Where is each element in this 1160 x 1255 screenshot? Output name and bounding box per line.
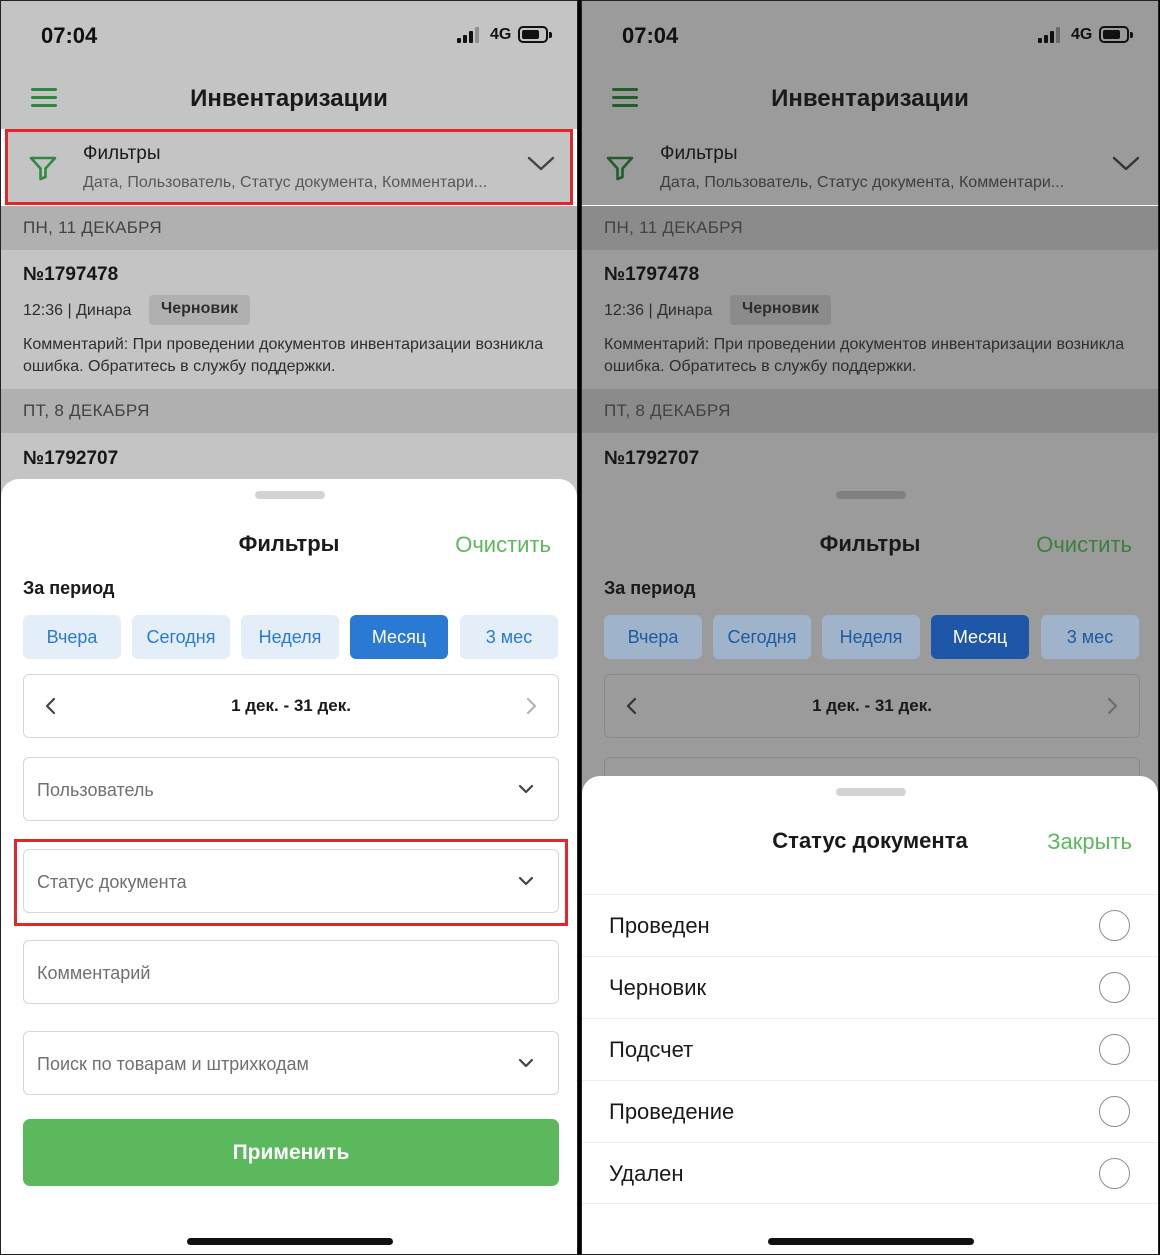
filters-label: Фильтры — [660, 143, 738, 164]
page-title: Инвентаризации — [190, 85, 388, 112]
document-comment: Комментарий: При проведении документов и… — [23, 336, 544, 375]
document-number: №1797478 — [604, 264, 700, 285]
date-range-picker: 1 дек. - 31 дек. — [23, 674, 559, 738]
radio-button[interactable] — [1099, 1034, 1130, 1065]
radio-button[interactable] — [1099, 972, 1130, 1003]
chevron-down-icon — [527, 156, 555, 171]
chevron-right-icon[interactable] — [526, 697, 538, 715]
filters-summary: Дата, Пользователь, Статус документа, Ко… — [83, 174, 488, 191]
status-badge: Черновик — [730, 295, 832, 325]
status-option-label: Подсчет — [609, 1037, 694, 1062]
clear-button[interactable]: Очистить — [455, 532, 551, 558]
status-option-posted[interactable]: Проведен — [582, 894, 1158, 956]
date-range-value: 1 дек. - 31 дек. — [812, 696, 932, 715]
comment-input[interactable]: Комментарий — [23, 940, 559, 1004]
status-option-label: Проведение — [609, 1099, 735, 1124]
period-label: За период — [23, 578, 115, 598]
comment-placeholder: Комментарий — [37, 963, 151, 983]
battery-icon — [1099, 26, 1133, 43]
filters-bar[interactable]: Фильтры Дата, Пользователь, Статус докум… — [582, 129, 1158, 205]
document-number: №1792707 — [604, 448, 700, 469]
page-title: Инвентаризации — [771, 85, 969, 112]
nav-bar: Инвентаризации — [582, 71, 1158, 129]
funnel-filter-icon — [29, 156, 57, 181]
document-meta: 12:36 | Динара — [604, 302, 713, 319]
network-type: 4G — [490, 26, 512, 43]
status-option-label: Черновик — [609, 975, 707, 1000]
date-section-header: ПТ, 8 ДЕКАБРЯ — [1, 389, 577, 433]
document-number: №1797478 — [23, 264, 119, 285]
signal-icon — [1038, 27, 1064, 43]
date-section-header: ПН, 11 ДЕКАБРЯ — [1, 206, 577, 250]
close-button[interactable]: Закрыть — [1047, 829, 1132, 855]
apply-button[interactable]: Применить — [23, 1119, 559, 1186]
nav-bar: Инвентаризации — [1, 71, 577, 129]
user-select-placeholder: Пользователь — [37, 780, 154, 800]
sheet-grabber — [836, 491, 906, 499]
signal-icon — [457, 27, 483, 43]
radio-button[interactable] — [1099, 1158, 1130, 1189]
home-indicator — [187, 1238, 393, 1245]
period-3-months-button[interactable]: 3 мес — [460, 615, 558, 659]
chevron-down-icon — [518, 1058, 534, 1068]
period-label: За период — [604, 578, 696, 598]
document-number: №1792707 — [23, 448, 119, 469]
date-range-value: 1 дек. - 31 дек. — [231, 696, 351, 715]
document-card[interactable]: №1797478 12:36 | Динара Черновик Коммент… — [1, 250, 577, 389]
status-option-draft[interactable]: Черновик — [582, 956, 1158, 1018]
sheet-grabber[interactable] — [255, 491, 325, 499]
period-yesterday-button[interactable]: Вчера — [23, 615, 121, 659]
product-search-select[interactable]: Поиск по товарам и штрихкодам — [23, 1031, 559, 1095]
radio-button[interactable] — [1099, 1096, 1130, 1127]
document-card[interactable]: №1797478 12:36 | Динара Черновик Коммент… — [582, 250, 1158, 389]
filters-label: Фильтры — [83, 143, 161, 164]
chevron-down-icon — [518, 784, 534, 794]
sheet-grabber[interactable] — [836, 788, 906, 796]
period-week-button: Неделя — [822, 615, 920, 659]
status-bar: 07:04 4G — [582, 1, 1158, 71]
period-yesterday-button: Вчера — [604, 615, 702, 659]
period-week-button[interactable]: Неделя — [241, 615, 339, 659]
home-indicator — [768, 1238, 974, 1245]
filters-summary: Дата, Пользователь, Статус документа, Ко… — [660, 174, 1065, 191]
highlight-frame — [14, 839, 568, 926]
chevron-right-icon — [1107, 697, 1118, 715]
status-badge: Черновик — [149, 295, 251, 325]
status-option-label: Проведен — [609, 913, 710, 938]
status-option-posting[interactable]: Проведение — [582, 1080, 1158, 1142]
document-comment: Комментарий: При проведении документов и… — [604, 336, 1125, 375]
chevron-down-icon — [1112, 156, 1140, 171]
period-month-button: Месяц — [931, 615, 1029, 659]
user-select[interactable]: Пользователь — [23, 757, 559, 821]
funnel-filter-icon — [606, 156, 634, 181]
product-search-placeholder: Поиск по товарам и штрихкодам — [37, 1054, 309, 1074]
document-status-sheet: Статус документа Закрыть Проведен Чернов… — [582, 776, 1158, 1254]
status-option-deleted[interactable]: Удален — [582, 1142, 1158, 1204]
period-today-button: Сегодня — [713, 615, 811, 659]
date-range-picker: 1 дек. - 31 дек. — [604, 674, 1140, 738]
document-meta: 12:36 | Динара — [23, 302, 132, 319]
status-time: 07:04 — [41, 23, 98, 48]
screen-filters: 07:04 4G Инвентаризации Фильтры Дата, По… — [0, 0, 578, 1255]
period-today-button[interactable]: Сегодня — [132, 615, 230, 659]
filters-bar[interactable]: Фильтры Дата, Пользователь, Статус докум… — [5, 129, 573, 205]
status-bar: 07:04 4G — [1, 1, 577, 71]
date-section-header: ПТ, 8 ДЕКАБРЯ — [582, 389, 1158, 433]
status-option-label: Удален — [609, 1161, 684, 1186]
clear-button: Очистить — [1036, 532, 1132, 557]
status-option-counting[interactable]: Подсчет — [582, 1018, 1158, 1080]
period-3-months-button: 3 мес — [1041, 615, 1139, 659]
radio-button[interactable] — [1099, 910, 1130, 941]
status-time: 07:04 — [622, 23, 679, 48]
battery-icon — [518, 26, 552, 43]
screen-status-picker: 07:04 4G Инвентаризации Фильтры Дата, По… — [581, 0, 1159, 1255]
network-type: 4G — [1071, 26, 1093, 43]
date-section-header: ПН, 11 ДЕКАБРЯ — [582, 206, 1158, 250]
period-month-button[interactable]: Месяц — [350, 615, 448, 659]
